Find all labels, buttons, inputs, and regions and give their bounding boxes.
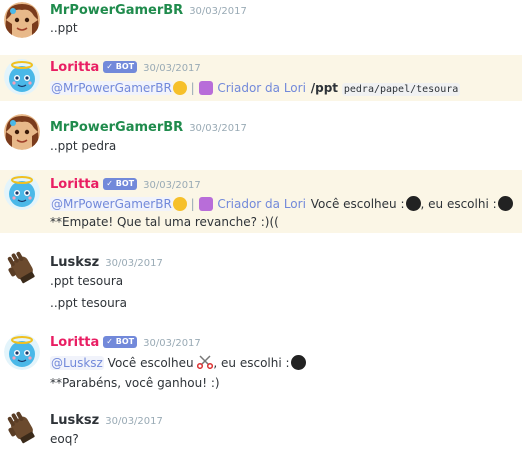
message-text: , eu escolhi :: [420, 197, 497, 211]
role-mention[interactable]: Criador da Lori: [216, 81, 307, 95]
avatar[interactable]: [4, 59, 40, 95]
timestamp: 30/03/2017: [189, 6, 247, 17]
timestamp: 30/03/2017: [189, 123, 247, 134]
command-args: pedra/papel/tesoura: [341, 83, 461, 96]
avatar[interactable]: [4, 334, 40, 370]
avatar[interactable]: [4, 114, 40, 150]
loritta-avatar-icon: [4, 59, 40, 95]
author-name[interactable]: MrPowerGamerBR: [50, 3, 183, 18]
kissing-face-emoji-icon: [172, 197, 187, 211]
rock-emoji-icon: [290, 355, 306, 370]
person-shrugging-emoji-icon: [198, 81, 213, 95]
user-mention[interactable]: @MrPowerGamerBR: [50, 81, 173, 95]
glove-avatar-icon: [4, 250, 40, 286]
avatar[interactable]: [4, 410, 40, 446]
mrpowergamerbr-avatar-icon: [4, 2, 40, 38]
user-mention[interactable]: @Lusksz: [50, 356, 104, 370]
message: Loritta ✓ BOT 30/03/2017 @Lusksz Você esco…: [0, 330, 522, 394]
timestamp: 30/03/2017: [105, 258, 163, 269]
scissors-emoji-icon: [197, 355, 214, 370]
timestamp: 30/03/2017: [143, 180, 201, 191]
author-name[interactable]: Loritta: [50, 60, 99, 75]
message-text: ..ppt: [50, 21, 78, 35]
message-text: , eu escolhi :: [213, 356, 290, 370]
timestamp: 30/03/2017: [143, 63, 201, 74]
author-name[interactable]: Loritta: [50, 335, 99, 350]
timestamp: 30/03/2017: [143, 338, 201, 349]
timestamp: 30/03/2017: [105, 416, 163, 427]
rock-emoji-icon: [405, 196, 421, 211]
message: MrPowerGamerBR 30/03/2017 ..ppt pedra: [0, 110, 522, 158]
message-text: ..ppt pedra: [50, 139, 117, 153]
kissing-face-emoji-icon: [172, 81, 187, 95]
bot-badge: ✓ BOT: [103, 336, 138, 348]
avatar[interactable]: [4, 174, 40, 210]
loritta-avatar-icon: [4, 334, 40, 370]
message: MrPowerGamerBR 30/03/2017 ..ppt: [0, 0, 522, 48]
loritta-avatar-icon: [4, 174, 40, 210]
author-name[interactable]: MrPowerGamerBR: [50, 120, 183, 135]
rock-emoji-icon: [497, 196, 513, 211]
message-text: Você escolheu: [107, 356, 194, 370]
mrpowergamerbr-avatar-icon: [4, 114, 40, 150]
user-mention[interactable]: @MrPowerGamerBR: [50, 197, 173, 211]
message-text: .ppt tesoura: [50, 274, 124, 288]
message: Loritta ✓ BOT 30/03/2017 @MrPowerGamerBR |…: [0, 55, 522, 101]
role-mention[interactable]: Criador da Lori: [216, 197, 307, 211]
person-shrugging-emoji-icon: [198, 197, 213, 211]
bot-badge: ✓ BOT: [103, 61, 138, 73]
command-text: /ppt: [310, 81, 339, 95]
glove-avatar-icon: [4, 410, 40, 446]
author-name[interactable]: Lusksz: [50, 413, 99, 428]
author-name[interactable]: Lusksz: [50, 255, 99, 270]
avatar[interactable]: [4, 250, 40, 286]
author-name[interactable]: Loritta: [50, 177, 99, 192]
message: Lusksz 30/03/2017 eoq?: [0, 406, 522, 451]
message-text: Você escolheu :: [310, 197, 405, 211]
message-text: eoq?: [50, 432, 79, 446]
message-text: **Empate! Que tal uma revanche? :)((: [50, 215, 279, 229]
message: Lusksz 30/03/2017 .ppt tesoura ..ppt teso…: [0, 248, 522, 316]
message: Loritta ✓ BOT 30/03/2017 @MrPowerGamerBR |…: [0, 170, 522, 233]
avatar[interactable]: [4, 2, 40, 38]
message-text: ..ppt tesoura: [50, 296, 127, 310]
message-text: **Parabéns, você ganhou! :): [50, 376, 220, 390]
bot-badge: ✓ BOT: [103, 178, 138, 190]
